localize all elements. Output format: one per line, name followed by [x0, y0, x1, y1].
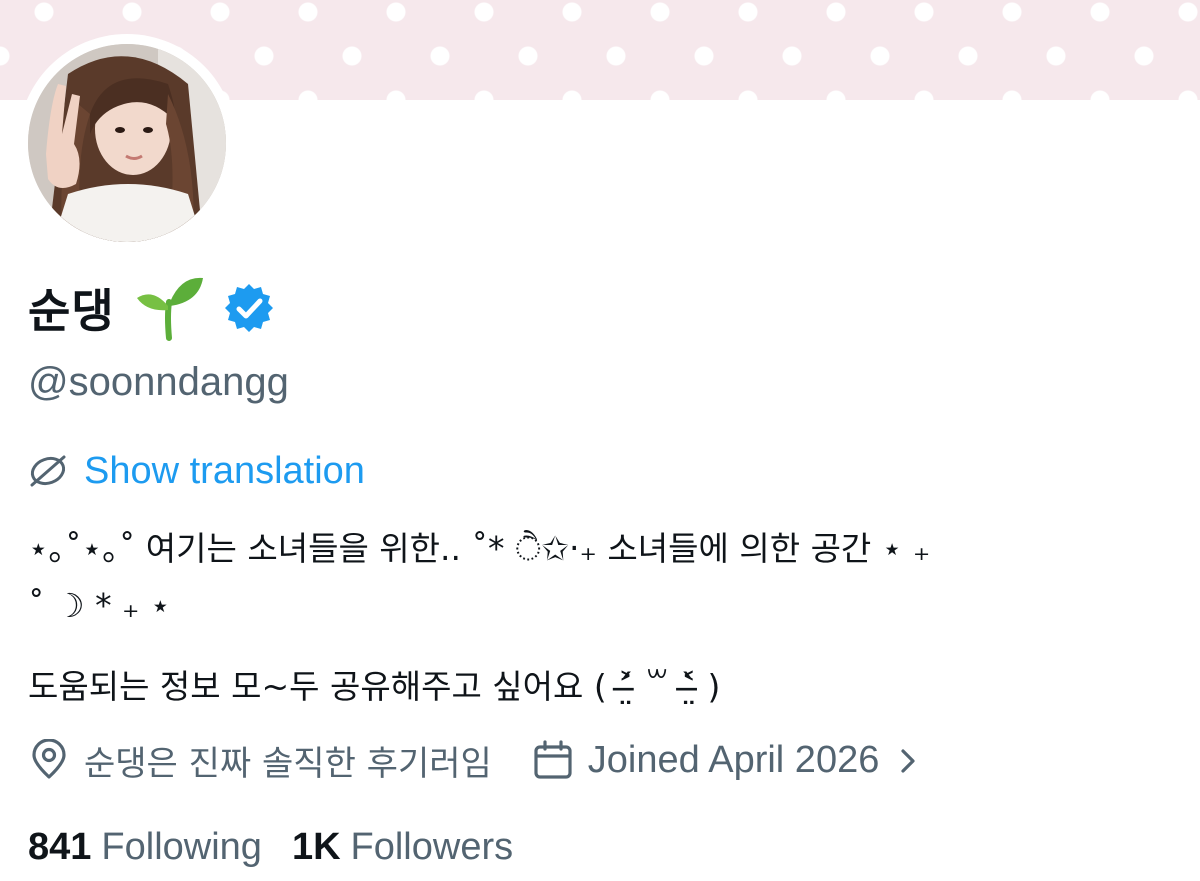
bio-line: ˚ ☽ * ₊ ⋆ [28, 586, 171, 625]
location-text: 순댕은 진짜 솔직한 후기러임 [84, 743, 492, 784]
location-pin-icon [28, 738, 70, 781]
profile-meta: 순댕은 진짜 솔직한 후기러임 Joined April 2026 [28, 732, 923, 788]
sprout-icon [133, 272, 205, 344]
profile-page: 순댕 @soonndangg Show translation ⋆｡˚⋆｡˚ 여… [0, 0, 1200, 881]
chevron-right-icon[interactable] [893, 745, 923, 775]
translate-icon [28, 451, 68, 491]
calendar-icon [532, 739, 574, 781]
bio-line: ⋆｡˚⋆｡˚ 여기는 소녀들을 위한.. ˚* ੈ✩‧₊ 소녀들에 의한 공간 … [28, 529, 931, 568]
follow-stats: 841 Following 1K Followers [28, 820, 513, 874]
followers-link[interactable]: 1K Followers [292, 826, 513, 869]
following-count: 841 [28, 825, 92, 868]
name-row: 순댕 [28, 266, 275, 350]
translation-row: Show translation [28, 446, 365, 496]
show-translation-link[interactable]: Show translation [84, 450, 365, 493]
verified-badge-icon[interactable] [223, 282, 275, 334]
joined-date: Joined April 2026 [587, 738, 880, 781]
bio-line: 도움되는 정보 모~두 공유해주고 싶어요 ( ˃̶̤́ ꒳ ˂̶̤̀ ) [28, 667, 721, 706]
profile-handle: @soonndangg [28, 360, 289, 404]
following-link[interactable]: 841 Following [28, 826, 262, 869]
avatar[interactable] [28, 44, 226, 242]
followers-label: Followers [350, 825, 514, 868]
followers-count: 1K [291, 825, 341, 868]
following-label: Following [101, 825, 262, 868]
display-name: 순댕 [28, 284, 115, 338]
